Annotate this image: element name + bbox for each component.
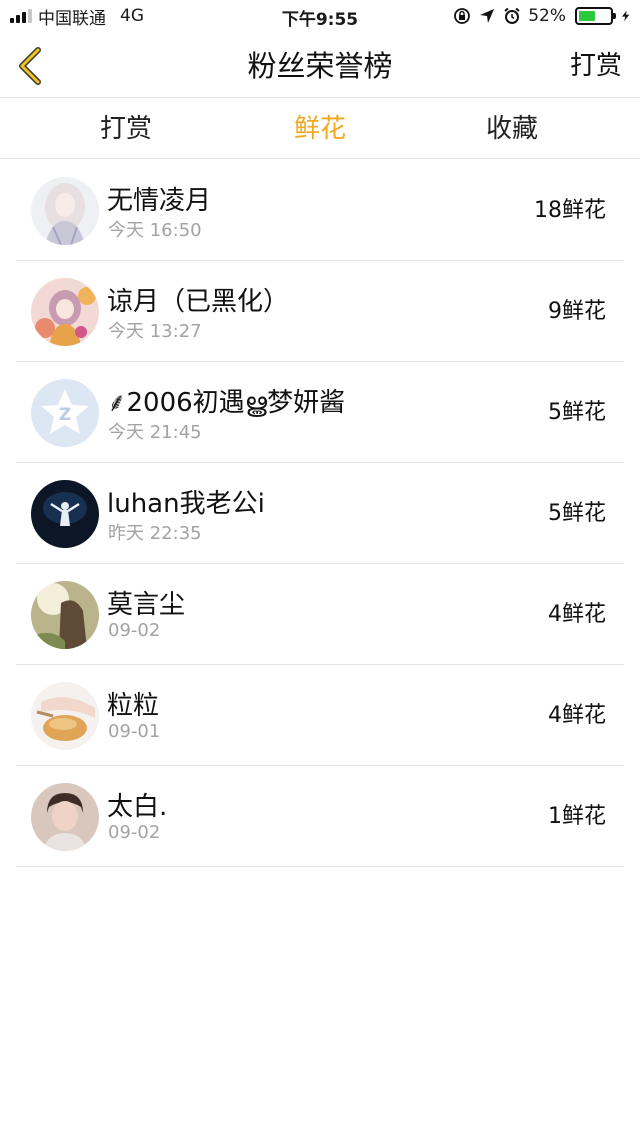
fan-row[interactable]: 粒粒 09-01 4鲜花 <box>16 665 624 766</box>
tab-favorites[interactable]: 收藏 <box>432 99 592 159</box>
fan-time: 今天 16:50 <box>108 220 202 241</box>
status-bar: 中国联通 4G 下午9:55 52% <box>0 0 640 34</box>
fan-name: 谅月（已黑化） <box>107 287 290 317</box>
flower-count: 4鲜花 <box>548 602 606 627</box>
charging-bolt-icon <box>622 10 630 22</box>
tab-bar: 打赏 鲜花 收藏 <box>0 99 640 159</box>
back-button[interactable] <box>14 44 48 88</box>
avatar <box>31 278 99 346</box>
fan-time: 今天 21:45 <box>108 422 202 443</box>
fan-list: 无情凌月 今天 16:50 18鲜花 谅月（已黑化） 今天 13:27 9鲜花 … <box>0 160 640 867</box>
fan-time: 09-02 <box>108 620 161 641</box>
fan-row[interactable]: 谅月（已黑化） 今天 13:27 9鲜花 <box>16 261 624 362</box>
fan-time: 昨天 22:35 <box>108 523 202 544</box>
rotation-lock-icon <box>454 8 471 24</box>
tab-flowers[interactable]: 鲜花 <box>240 99 400 159</box>
flower-count: 5鲜花 <box>548 501 606 526</box>
avatar <box>31 682 99 750</box>
fan-row[interactable]: luhan我老公i 昨天 22:35 5鲜花 <box>16 463 624 564</box>
fan-name: luhan我老公i <box>107 489 265 519</box>
flower-count: 4鲜花 <box>548 703 606 728</box>
fan-time: 今天 13:27 <box>108 321 202 342</box>
avatar <box>31 783 99 851</box>
reward-button[interactable]: 打赏 <box>570 34 622 98</box>
fan-name: 无情凌月 <box>107 186 212 216</box>
alarm-icon <box>504 7 520 24</box>
flower-count: 1鲜花 <box>548 804 606 829</box>
tab-reward[interactable]: 打赏 <box>46 99 206 159</box>
fan-name: 太白. <box>107 792 168 822</box>
fan-time: 09-01 <box>108 721 161 742</box>
fan-name: ⸙2006初遇ൠ梦妍酱 <box>107 388 346 418</box>
fan-row[interactable]: 无情凌月 今天 16:50 18鲜花 <box>16 160 624 261</box>
fan-row[interactable]: 太白. 09-02 1鲜花 <box>16 766 624 867</box>
location-arrow-icon <box>480 9 495 23</box>
svg-text:Z: Z <box>59 405 71 425</box>
battery-icon <box>575 7 616 25</box>
battery-percent: 52% <box>528 6 566 26</box>
flower-count: 5鲜花 <box>548 400 606 425</box>
avatar <box>31 177 99 245</box>
fan-time: 09-02 <box>108 822 161 843</box>
flower-count: 9鲜花 <box>548 299 606 324</box>
fan-row[interactable]: Z ⸙2006初遇ൠ梦妍酱 今天 21:45 5鲜花 <box>16 362 624 463</box>
status-right: 52% <box>453 5 632 27</box>
avatar <box>31 581 99 649</box>
nav-bar: 粉丝荣誉榜 打赏 <box>0 34 640 98</box>
fan-row[interactable]: 莫言尘 09-02 4鲜花 <box>16 564 624 665</box>
fan-name: 莫言尘 <box>107 590 186 620</box>
flower-count: 18鲜花 <box>534 198 606 223</box>
chevron-left-icon <box>19 47 41 85</box>
avatar: Z <box>31 379 99 447</box>
page-title: 粉丝荣誉榜 <box>247 49 393 83</box>
fan-name: 粒粒 <box>107 691 160 721</box>
avatar <box>31 480 99 548</box>
battery-level-fill <box>579 11 595 21</box>
